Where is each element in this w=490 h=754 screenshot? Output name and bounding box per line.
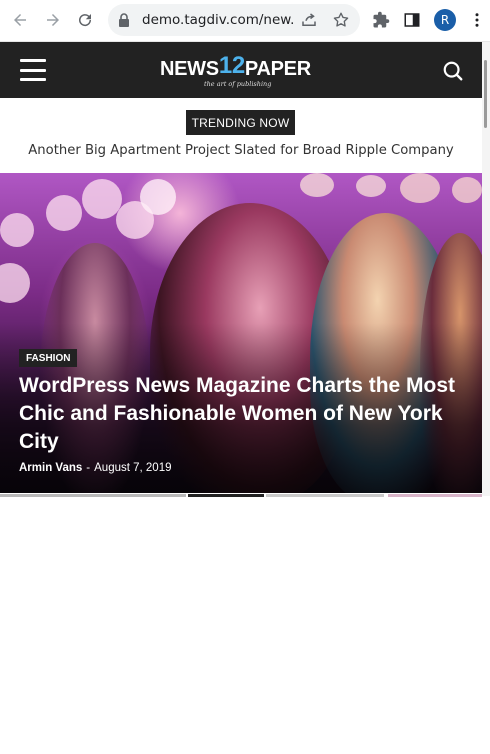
site-header: NEWS12PAPER the art of publishing — [0, 42, 482, 98]
menu-button[interactable] — [466, 9, 488, 31]
reload-icon — [79, 14, 92, 27]
next-card-strip — [266, 494, 384, 497]
back-button[interactable] — [9, 9, 31, 31]
featured-article-title[interactable]: WordPress News Magazine Charts the Most … — [19, 372, 469, 456]
article-date: August 7, 2019 — [94, 462, 172, 474]
lock-icon — [119, 13, 129, 27]
arrow-right-icon — [47, 14, 59, 26]
more-vertical-icon — [475, 13, 479, 27]
bokeh-light — [400, 173, 440, 203]
profile-avatar[interactable]: R — [434, 9, 456, 31]
next-card-strip — [188, 494, 264, 497]
share-icon[interactable] — [300, 11, 318, 29]
url-text: demo.tagdiv.com/new... — [142, 12, 294, 28]
logo-text-paper: PAPER — [244, 58, 311, 80]
bokeh-light — [46, 195, 82, 231]
page-scrollbar[interactable] — [482, 42, 490, 496]
logo-text-news: NEWS — [160, 58, 219, 80]
trending-label: TRENDING NOW — [186, 110, 295, 135]
bokeh-light — [300, 173, 334, 197]
puzzle-icon — [373, 11, 390, 28]
logo-number: 12 — [218, 52, 245, 79]
site-logo[interactable]: NEWS12PAPER the art of publishing — [160, 50, 322, 90]
author-link[interactable]: Armin Vans — [19, 462, 82, 474]
trending-headline-link[interactable]: Another Big Apartment Project Slated for… — [0, 143, 482, 158]
side-panel-icon — [404, 13, 420, 27]
article-meta: Armin Vans - August 7, 2019 — [19, 462, 172, 474]
search-icon[interactable] — [442, 60, 464, 82]
reload-button[interactable] — [74, 9, 96, 31]
extensions-button[interactable] — [370, 9, 392, 31]
next-card-strip — [388, 494, 482, 497]
logo-tagline: the art of publishing — [204, 80, 272, 88]
browser-toolbar: demo.tagdiv.com/new... R — [0, 0, 490, 42]
bokeh-light — [140, 179, 176, 215]
menu-hamburger-icon[interactable] — [20, 59, 46, 81]
bokeh-light — [0, 263, 30, 303]
next-card-strip — [0, 494, 186, 497]
bokeh-light — [0, 213, 34, 247]
bokeh-light — [356, 175, 386, 197]
scrollbar-thumb[interactable] — [484, 60, 487, 128]
address-bar[interactable]: demo.tagdiv.com/new... — [108, 4, 360, 36]
featured-article-card[interactable]: FASHION WordPress News Magazine Charts t… — [0, 173, 482, 493]
arrow-left-icon — [14, 14, 26, 26]
side-panel-button[interactable] — [401, 9, 423, 31]
bokeh-light — [452, 177, 482, 203]
meta-separator: - — [86, 462, 91, 474]
category-badge[interactable]: FASHION — [19, 349, 78, 367]
forward-button[interactable] — [42, 9, 64, 31]
star-icon[interactable] — [332, 11, 350, 29]
